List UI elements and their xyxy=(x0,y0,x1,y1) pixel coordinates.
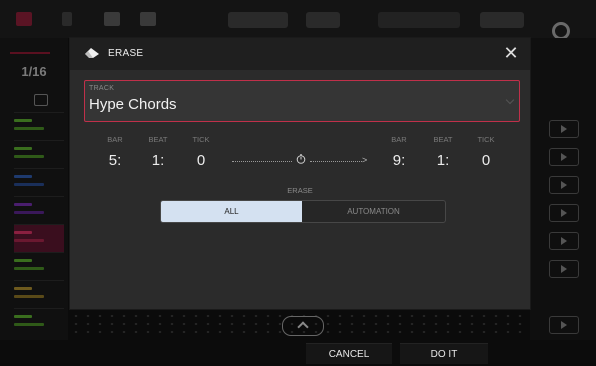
start-tick-label: TICK xyxy=(192,135,210,144)
track-selector[interactable]: TRACK Hype Chords xyxy=(84,80,520,122)
track-label: TRACK xyxy=(89,85,115,92)
start-bar-label: BAR xyxy=(107,135,123,144)
cancel-button[interactable]: CANCEL xyxy=(306,343,392,364)
range-line-right xyxy=(310,161,362,162)
erase-automation-option[interactable]: AUTOMATION xyxy=(302,201,445,222)
swing-display xyxy=(306,12,340,28)
start-beat-label: BEAT xyxy=(148,135,168,144)
range-line-left xyxy=(232,161,292,162)
play-icon xyxy=(549,176,579,194)
track-row xyxy=(14,196,64,225)
erase-dialog: ERASE ✕ TRACK Hype Chords BAR BEAT TICK … xyxy=(70,38,530,309)
track-row xyxy=(14,252,64,281)
tempo-display xyxy=(228,12,288,28)
play-icon xyxy=(549,260,579,278)
arrow-right-icon: > xyxy=(362,155,368,165)
end-tick-label: TICK xyxy=(477,135,495,144)
track-row xyxy=(14,168,64,197)
track-sidebar: 1/16 xyxy=(0,38,68,363)
list-icon xyxy=(140,12,156,26)
footer-bar xyxy=(0,340,596,363)
play-icon xyxy=(549,148,579,166)
play-icon xyxy=(549,204,579,222)
track-row xyxy=(14,280,64,309)
close-icon[interactable]: ✕ xyxy=(500,42,522,64)
dialog-header: ERASE ✕ xyxy=(70,38,530,70)
end-tick-field[interactable]: 0 xyxy=(471,152,501,169)
end-bar-field[interactable]: 9: xyxy=(384,152,414,169)
sidebar-accent xyxy=(10,52,50,54)
erase-mode-selector: ALL AUTOMATION xyxy=(160,200,446,223)
start-tick-field[interactable]: 0 xyxy=(186,152,216,169)
chevron-down-icon xyxy=(505,95,515,105)
start-beat-field[interactable]: 1: xyxy=(143,152,173,169)
erase-mode-label: ERASE xyxy=(287,186,313,195)
play-icon xyxy=(549,232,579,250)
menu-icon xyxy=(16,12,32,26)
play-icon xyxy=(549,316,579,334)
erase-all-option[interactable]: ALL xyxy=(161,201,302,222)
track-row xyxy=(14,112,64,141)
play-icon xyxy=(549,120,579,138)
track-row xyxy=(14,140,64,169)
end-bar-label: BAR xyxy=(391,135,407,144)
loop-icon xyxy=(34,94,48,106)
eraser-icon xyxy=(85,48,99,58)
end-beat-label: BEAT xyxy=(433,135,453,144)
grid-icon xyxy=(62,12,72,26)
dialog-title: ERASE xyxy=(108,48,144,59)
track-row-selected xyxy=(14,224,64,253)
top-toolbar xyxy=(0,0,596,38)
resolution-value: 1/16 xyxy=(21,64,47,79)
do-it-button[interactable]: DO IT xyxy=(400,343,488,364)
edit-button xyxy=(480,12,524,28)
right-panel xyxy=(530,38,596,363)
scroll-up-chevron-icon xyxy=(282,316,324,336)
note-icon xyxy=(104,12,120,26)
track-row xyxy=(14,308,64,337)
start-bar-field[interactable]: 5: xyxy=(100,152,130,169)
end-beat-field[interactable]: 1: xyxy=(428,152,458,169)
position-display xyxy=(378,12,460,28)
track-value: Hype Chords xyxy=(89,96,177,113)
clock-icon xyxy=(296,154,306,164)
